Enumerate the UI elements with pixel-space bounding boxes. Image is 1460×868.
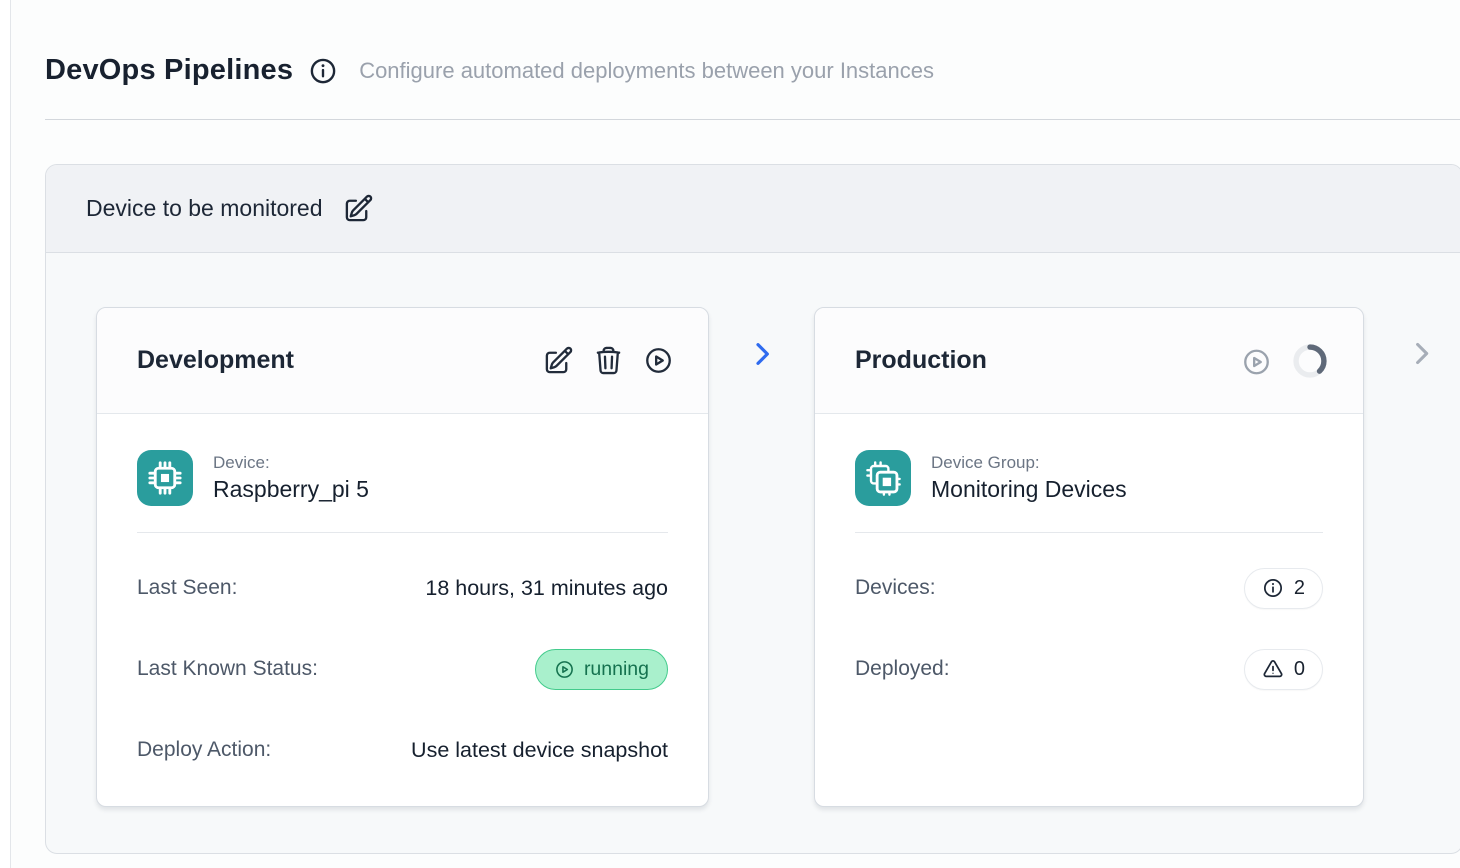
play-circle-icon[interactable] [643,345,674,376]
chip-group-icon [855,450,911,506]
deploy-action-label: Deploy Action: [137,738,271,762]
pipeline-flow-connector [709,307,814,370]
pipeline-stages: Development [46,253,1460,807]
play-circle-icon [554,659,575,680]
chevron-right-icon [1406,338,1437,369]
panel-title: Device to be monitored [86,195,323,222]
device-label: Device: [213,453,369,473]
last-seen-label: Last Seen: [137,576,237,600]
devices-count-badge[interactable]: 2 [1244,568,1323,609]
pipeline-panel-header: Device to be monitored [46,165,1460,253]
edit-icon[interactable] [343,193,374,224]
devices-row: Devices: 2 [855,566,1323,610]
page-title: DevOps Pipelines [45,54,293,87]
main-content: DevOps Pipelines Configure automated dep… [10,0,1460,868]
edit-icon[interactable] [543,345,574,376]
next-stage-chevron[interactable] [1406,307,1437,372]
status-badge: running [535,649,668,690]
devices-count: 2 [1294,577,1305,600]
devices-label: Devices: [855,576,936,600]
deployed-count: 0 [1294,658,1305,681]
development-card-body: Device: Raspberry_pi 5 Last Seen: 18 hou… [97,414,708,772]
development-stage-card: Development [96,307,709,807]
deployed-row: Deployed: 0 [855,647,1323,691]
production-card-header: Production [815,308,1363,414]
device-group-name: Monitoring Devices [931,476,1127,503]
production-stage-card: Production [814,307,1364,807]
play-circle-icon[interactable] [1241,345,1272,376]
device-group-label: Device Group: [931,453,1127,473]
deploy-action-value: Use latest device snapshot [411,738,668,763]
device-group-row: Device Group: Monitoring Devices [855,450,1323,506]
last-seen-value: 18 hours, 31 minutes ago [425,576,668,601]
loading-spinner [1291,342,1329,380]
info-circle-icon[interactable] [308,56,338,86]
production-title: Production [855,346,987,375]
deploy-action-row: Deploy Action: Use latest device snapsho… [137,728,668,772]
info-circle-icon [1262,577,1284,599]
device-name: Raspberry_pi 5 [213,476,369,503]
last-seen-row: Last Seen: 18 hours, 31 minutes ago [137,566,668,610]
deployed-count-badge[interactable]: 0 [1244,649,1323,690]
last-known-status-label: Last Known Status: [137,657,318,681]
warning-triangle-icon [1262,658,1284,680]
deployed-label: Deployed: [855,657,950,681]
development-title: Development [137,346,294,375]
page-header: DevOps Pipelines Configure automated dep… [45,54,1460,87]
last-known-status-row: Last Known Status: running [137,647,668,691]
chip-icon [137,450,193,506]
pipeline-panel: Device to be monitored Development [45,164,1460,854]
production-card-body: Device Group: Monitoring Devices Devices… [815,414,1363,691]
development-card-header: Development [97,308,708,414]
page-subtitle: Configure automated deployments between … [359,58,934,84]
header-divider [45,119,1460,120]
development-actions [543,345,674,376]
chevron-right-icon [746,338,778,370]
card-divider [855,532,1323,533]
status-badge-label: running [584,658,649,681]
production-actions [1241,342,1329,380]
trash-icon[interactable] [593,345,624,376]
card-divider [137,532,668,533]
device-row: Device: Raspberry_pi 5 [137,450,668,506]
